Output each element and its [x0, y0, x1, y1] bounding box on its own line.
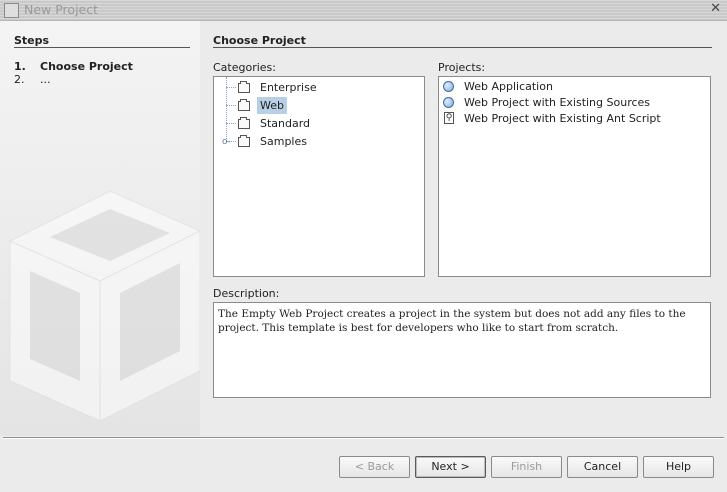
steps-heading: Steps [14, 34, 50, 47]
folder-icon [238, 135, 250, 147]
page-title: Choose Project [213, 34, 306, 47]
description-label: Description: [213, 287, 280, 300]
tree-item-label: Enterprise [260, 81, 317, 94]
project-item-label: Web Project with Existing Sources [464, 96, 651, 109]
step-label: Choose Project [40, 60, 133, 73]
step-1: 1. Choose Project [14, 60, 133, 73]
finish-button[interactable]: Finish [491, 456, 562, 478]
cancel-button[interactable]: Cancel [567, 456, 638, 478]
project-item-label: Web Application [464, 80, 553, 93]
project-item-label: Web Project with Existing Ant Script [464, 112, 661, 125]
folder-icon [238, 117, 250, 129]
step-number: 2. [14, 73, 25, 86]
categories-label: Categories: [213, 61, 276, 74]
tree-connector [226, 105, 236, 106]
steps-divider [14, 47, 190, 48]
tree-item-label: Web [257, 97, 287, 114]
projects-list[interactable]: Web Application Web Project with Existin… [438, 76, 711, 277]
projects-label: Projects: [438, 61, 486, 74]
step-label: ... [40, 73, 51, 86]
globe-icon [443, 81, 454, 92]
window-icon [4, 3, 19, 18]
tree-connector [226, 87, 236, 88]
tree-connector [226, 123, 236, 124]
expand-handle-icon[interactable]: o- [222, 137, 231, 147]
title-divider [213, 47, 712, 48]
tree-item-label: Samples [260, 135, 307, 148]
categories-tree[interactable]: Enterprise Web Standard Samples o- [213, 76, 425, 277]
title-bar: New Project ✕ [0, 0, 727, 21]
ant-script-icon: ⚲ [444, 112, 454, 124]
step-2: 2.... [14, 73, 51, 86]
folder-icon [238, 81, 250, 93]
globe-icon [443, 97, 454, 108]
steps-panel: Steps 1. Choose Project 2.... [0, 21, 200, 436]
tree-item-label: Standard [260, 117, 311, 130]
footer-divider-highlight [3, 438, 724, 439]
close-icon[interactable]: ✕ [710, 1, 721, 16]
next-button[interactable]: Next > [415, 456, 486, 478]
help-button[interactable]: Help [643, 456, 714, 478]
cube-watermark-icon [8, 190, 200, 422]
window-title: New Project [24, 2, 99, 17]
back-button[interactable]: < Back [339, 456, 410, 478]
folder-icon [238, 99, 250, 111]
description-text: The Empty Web Project creates a project … [213, 302, 711, 398]
step-number: 1. [14, 60, 26, 73]
